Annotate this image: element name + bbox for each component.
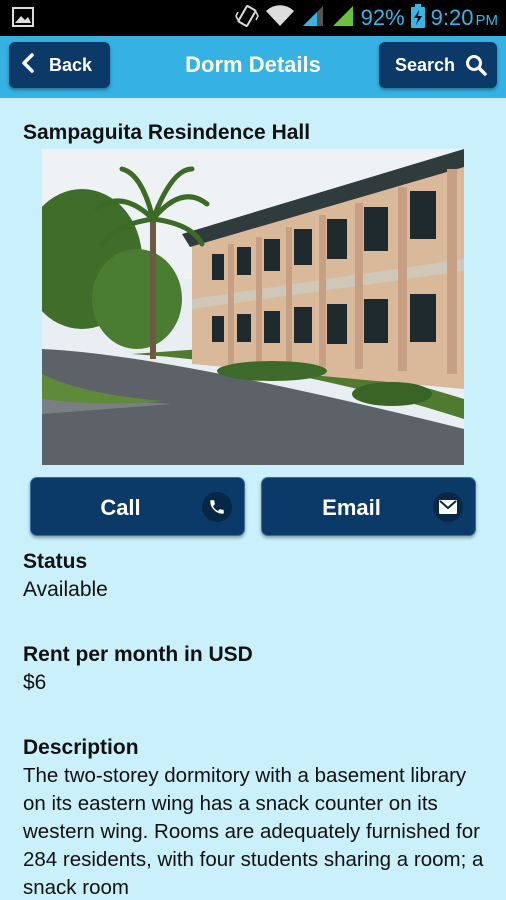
status-value: Available [23,578,108,601]
clock-time: 9:20 [430,5,474,30]
signal-icon [331,4,355,33]
description-text: The two-storey dormitory with a basement… [23,764,484,899]
search-button[interactable]: Search [379,42,497,88]
envelope-icon [433,492,463,522]
vibrate-icon [234,4,259,33]
call-button[interactable]: Call [30,477,245,536]
battery-percent: 92% [360,5,405,30]
status-bar: 92% 9:20 PM [0,0,506,36]
signal-icon [301,4,325,33]
search-button-label: Search [395,54,456,75]
battery-charging-icon [410,3,425,33]
clock-ampm: PM [475,12,499,29]
status-heading: Status [23,550,88,573]
phone-icon [202,492,232,522]
clock: 9:20 PM [431,5,498,31]
dorm-name: Sampaguita Resindence Hall [23,121,311,144]
wifi-icon [265,4,295,33]
rent-value: $6 [23,671,47,694]
gallery-icon [12,7,36,29]
dorm-photo [22,149,464,465]
email-button[interactable]: Email [261,477,476,536]
rent-heading: Rent per month in USD [23,643,253,666]
top-app-bar: Back Dorm Details Search [0,36,506,98]
search-icon [465,54,487,81]
description-heading: Description [23,736,139,759]
